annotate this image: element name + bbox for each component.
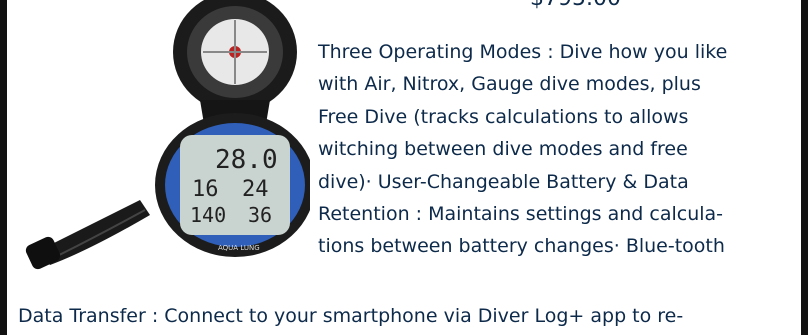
display-row3-left: 140 [190, 203, 226, 227]
description-line: witching between dive modes and free [318, 138, 688, 161]
product-description: Three Operating Modes : Dive how you lik… [318, 36, 788, 263]
description-line: with Air, Nitrox, Gauge dive modes, plus [318, 73, 701, 96]
description-line: Three Operating Modes : Dive how you lik… [318, 41, 728, 63]
display-row2-left: 16 [192, 177, 219, 202]
display-row3-right: 36 [248, 203, 272, 227]
description-line: Free Dive (tracks calculations to allows [318, 105, 689, 128]
description-continuation: Data Transfer : Connect to your smartpho… [18, 305, 684, 327]
description-line: tions between battery changes· Blue-toot… [318, 235, 725, 258]
description-line: Retention : Maintains settings and calcu… [318, 203, 724, 226]
description-line: dive)· User-Changeable Battery & Data [318, 170, 689, 193]
price: $795.00 [530, 0, 621, 11]
dive-computer-image: 28.0 16 24 140 36 AQUA LUNG [25, 0, 310, 270]
display-row2-right: 24 [242, 177, 269, 202]
display-brand: AQUA LUNG [218, 244, 260, 252]
display-depth: 28.0 [215, 145, 278, 175]
